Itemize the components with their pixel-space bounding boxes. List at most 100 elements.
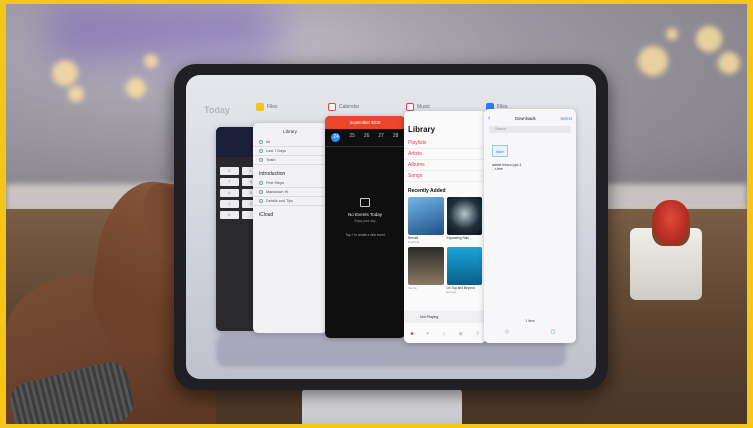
calc-key[interactable]: 7	[220, 178, 239, 186]
photo-scene: Today Files Calendar Music Files C ± 7 8…	[6, 4, 747, 424]
files-row-label: Last 7 Days	[266, 149, 287, 153]
radio-icon[interactable]: ◉	[459, 331, 463, 337]
create-event-hint: Tap + to create a new event	[345, 233, 385, 237]
album-item[interactable]: Iberian	[408, 247, 444, 294]
files-tab-bar: ◷ ▢	[484, 329, 576, 335]
bokeh-light	[696, 26, 722, 52]
no-events-text: No Events Today	[348, 212, 382, 217]
album-cover	[446, 197, 482, 235]
search-input[interactable]: Search	[489, 126, 571, 133]
album-item[interactable]: On Top and Beyond Europa	[446, 247, 482, 294]
bokeh-light	[126, 78, 146, 98]
bokeh-light	[144, 54, 158, 68]
files-row-label: Trash	[266, 158, 276, 162]
app-label-files[interactable]: Files	[256, 103, 278, 111]
calc-key[interactable]: 0	[220, 211, 239, 219]
bokeh-light	[52, 60, 78, 86]
calendar-day[interactable]: 27	[378, 133, 384, 142]
item-count: 1 item	[525, 319, 535, 323]
files-row[interactable]: Trash	[253, 156, 327, 165]
music-note-icon[interactable]: ♫	[442, 331, 446, 337]
files-section-title: iCloud	[259, 212, 274, 218]
now-playing-bar[interactable]: Not Playing	[404, 311, 486, 323]
ipad: Today Files Calendar Music Files C ± 7 8…	[174, 64, 608, 390]
files-section-title: Introduction	[259, 171, 286, 177]
ipad-stand	[302, 389, 462, 424]
music-link-artists[interactable]: Artists	[404, 149, 486, 160]
calendar-day[interactable]: 26	[364, 133, 370, 142]
downloads-header: ‹ Downloads Select	[484, 109, 576, 124]
album-item[interactable]: Nebula Daphnia	[408, 197, 444, 244]
album-item[interactable]: Expanding Rain	[446, 197, 482, 244]
album-artist: Europa	[446, 290, 457, 294]
calendar-month: September 2018	[325, 116, 405, 129]
circle-icon	[259, 140, 263, 144]
heart-icon[interactable]: ♥	[426, 331, 429, 337]
bokeh-light	[68, 86, 84, 102]
album-artist: Daphnia	[408, 240, 420, 244]
files-row[interactable]: Last 7 Days	[253, 147, 327, 156]
files-row[interactable]: All	[253, 138, 327, 147]
calendar-week: 24 25 26 27 28	[325, 129, 405, 147]
red-plant	[652, 200, 690, 246]
background-app-title: Today	[204, 105, 230, 115]
files-row[interactable]: Details and Tips	[253, 197, 327, 206]
circle-icon	[259, 181, 263, 185]
music-library-title: Library	[408, 125, 436, 134]
files-app-icon	[256, 103, 264, 111]
recents-tab-icon[interactable]: ◷	[505, 329, 509, 335]
circle-icon	[259, 158, 263, 162]
music-link-playlists[interactable]: Playlists	[404, 138, 486, 149]
circle-icon	[259, 199, 263, 203]
album-artist: Iberian	[408, 286, 418, 290]
calendar-day-today[interactable]: 24	[331, 133, 341, 142]
calendar-app-icon	[328, 103, 336, 111]
files-row[interactable]: First Steps	[253, 179, 327, 188]
app-label-text: Calendar	[339, 104, 360, 110]
calendar-day[interactable]: 25	[349, 133, 355, 142]
downloads-title: Downloads	[514, 116, 536, 121]
no-events-subtitle: Enjoy your day	[354, 219, 376, 223]
calendar-day[interactable]: 28	[393, 133, 399, 142]
recently-added-title: Recently Added	[408, 188, 446, 194]
music-card[interactable]: Library Playlists Artists Albums Songs R…	[404, 111, 486, 343]
circle-icon	[259, 190, 263, 194]
album-cover	[408, 247, 444, 285]
calc-key[interactable]: 1	[220, 200, 239, 208]
files-row-label: All	[266, 140, 271, 144]
app-label-music[interactable]: Music	[406, 103, 430, 111]
music-app-icon	[406, 103, 414, 111]
app-label-calendar[interactable]: Calendar	[328, 103, 359, 111]
files-row[interactable]: Markdown Hi	[253, 188, 327, 197]
files-card[interactable]: Library All Last 7 Days Trash Introducti…	[253, 123, 327, 333]
app-label-text: Files	[267, 104, 278, 110]
album-name: Expanding Rain	[446, 236, 470, 240]
browse-tab-icon[interactable]: ▢	[551, 329, 556, 335]
library-tab-icon[interactable]: ■	[410, 331, 413, 337]
bokeh-light	[718, 52, 740, 74]
files-row-label: Details and Tips	[266, 199, 294, 203]
app-label-text: Music	[417, 104, 431, 110]
bokeh-light	[666, 28, 678, 40]
calendar-icon	[360, 198, 370, 207]
album-cover	[446, 247, 482, 285]
music-tab-bar: ■ ♥ ♫ ◉ ⚲	[404, 325, 486, 343]
calc-key[interactable]: C	[220, 167, 239, 175]
album-cover	[408, 197, 444, 235]
music-link-songs[interactable]: Songs	[404, 171, 486, 182]
purple-light	[46, 4, 276, 59]
downloads-card[interactable]: ‹ Downloads Select Search folder adobe f…	[484, 109, 576, 343]
calendar-card[interactable]: September 2018 24 25 26 27 28 No Events …	[325, 116, 405, 338]
album-grid: Nebula Daphnia Expanding Rain Iberian On…	[404, 197, 486, 294]
files-row-label: First Steps	[266, 181, 285, 185]
bokeh-light	[638, 46, 668, 76]
chevron-left-icon[interactable]: ‹	[488, 115, 490, 122]
select-button[interactable]: Select	[560, 116, 572, 121]
folder-icon[interactable]: folder	[492, 145, 508, 157]
ipad-screen: Today Files Calendar Music Files C ± 7 8…	[186, 75, 596, 379]
search-icon[interactable]: ⚲	[476, 331, 480, 337]
calc-key[interactable]: 4	[220, 189, 239, 197]
music-link-albums[interactable]: Albums	[404, 160, 486, 171]
files-row-label: Markdown Hi	[266, 190, 289, 194]
circle-icon	[259, 149, 263, 153]
